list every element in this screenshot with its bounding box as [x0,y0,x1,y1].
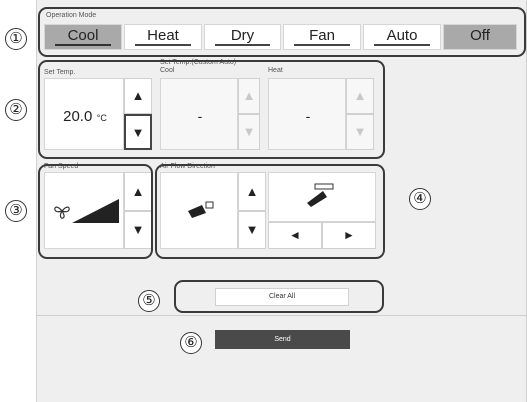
callout-5-outline [174,280,384,313]
callout-5-number: ⑤ [138,290,160,312]
callout-1-outline [38,7,526,57]
callout-1-number: ① [5,28,27,50]
callout-6-number: ⑥ [180,332,202,354]
callout-4-outline [155,164,385,259]
send-label: Send [274,336,291,343]
callout-3-outline [38,164,153,259]
divider [37,315,526,316]
send-button[interactable]: Send [215,330,350,349]
callout-2-outline [38,60,385,159]
callout-2-number: ② [5,99,27,121]
callout-3-number: ③ [5,200,27,222]
callout-4-number: ④ [409,188,431,210]
